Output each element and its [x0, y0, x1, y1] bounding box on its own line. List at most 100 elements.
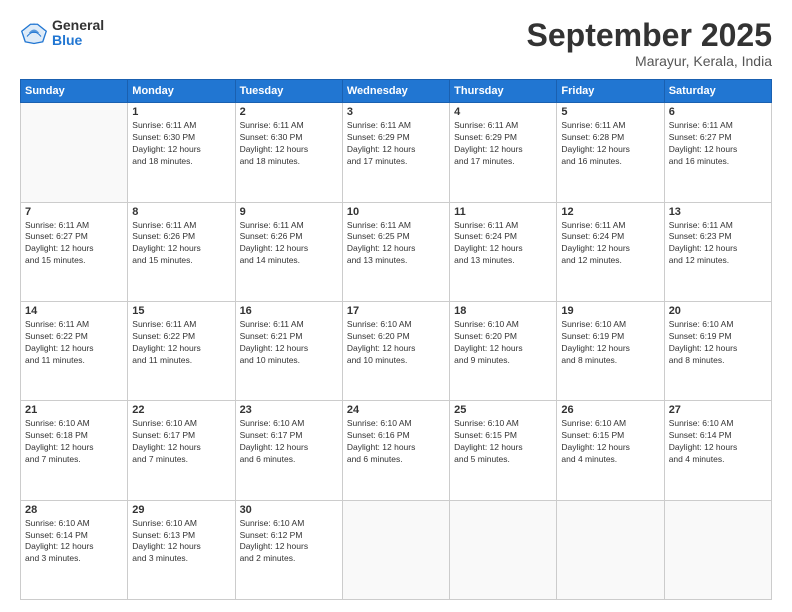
calendar-cell-1-0: 7 Sunrise: 6:11 AM Sunset: 6:27 PM Daylig…: [21, 202, 128, 301]
cell-sun-info: Sunrise: 6:11 AM Sunset: 6:23 PM Dayligh…: [669, 220, 767, 268]
calendar-cell-4-0: 28 Sunrise: 6:10 AM Sunset: 6:14 PM Dayli…: [21, 500, 128, 599]
calendar-cell-4-2: 30Sunrise: 6:10 AM Sunset: 6:12 PM Dayli…: [235, 500, 342, 599]
calendar-cell-2-4: 18Sunrise: 6:10 AM Sunset: 6:20 PM Dayli…: [450, 301, 557, 400]
calendar-cell-4-3: [342, 500, 449, 599]
header-thursday: Thursday: [450, 80, 557, 103]
calendar-cell-1-2: 9 Sunrise: 6:11 AM Sunset: 6:26 PM Daylig…: [235, 202, 342, 301]
calendar-cell-2-2: 16 Sunrise: 6:11 AM Sunset: 6:21 PM Dayli…: [235, 301, 342, 400]
day-number: 25: [454, 404, 552, 416]
day-number: 1: [132, 106, 230, 118]
cell-sun-info: Sunrise: 6:10 AM Sunset: 6:14 PM Dayligh…: [25, 518, 123, 566]
day-number: 16: [240, 305, 338, 317]
calendar-cell-1-4: 11Sunrise: 6:11 AM Sunset: 6:24 PM Dayli…: [450, 202, 557, 301]
cell-sun-info: Sunrise: 6:10 AM Sunset: 6:14 PM Dayligh…: [669, 418, 767, 466]
cell-sun-info: Sunrise: 6:10 AM Sunset: 6:17 PM Dayligh…: [132, 418, 230, 466]
calendar-cell-0-0: [21, 103, 128, 202]
day-number: 27: [669, 404, 767, 416]
day-number: 23: [240, 404, 338, 416]
week-row-4: 21 Sunrise: 6:10 AM Sunset: 6:18 PM Dayli…: [21, 401, 772, 500]
weekday-header-row: Sunday Monday Tuesday Wednesday Thursday…: [21, 80, 772, 103]
week-row-1: 1 Sunrise: 6:11 AM Sunset: 6:30 PM Daylig…: [21, 103, 772, 202]
logo-icon: [20, 19, 48, 47]
calendar-cell-3-0: 21 Sunrise: 6:10 AM Sunset: 6:18 PM Dayli…: [21, 401, 128, 500]
calendar-cell-3-2: 23Sunrise: 6:10 AM Sunset: 6:17 PM Dayli…: [235, 401, 342, 500]
header-saturday: Saturday: [664, 80, 771, 103]
calendar-cell-3-6: 27 Sunrise: 6:10 AM Sunset: 6:14 PM Dayli…: [664, 401, 771, 500]
cell-sun-info: Sunrise: 6:11 AM Sunset: 6:22 PM Dayligh…: [25, 319, 123, 367]
header-monday: Monday: [128, 80, 235, 103]
header-wednesday: Wednesday: [342, 80, 449, 103]
cell-sun-info: Sunrise: 6:11 AM Sunset: 6:29 PM Dayligh…: [347, 120, 445, 168]
day-number: 20: [669, 305, 767, 317]
day-number: 8: [132, 206, 230, 218]
day-number: 11: [454, 206, 552, 218]
header-tuesday: Tuesday: [235, 80, 342, 103]
day-number: 15: [132, 305, 230, 317]
calendar-cell-0-4: 4Sunrise: 6:11 AM Sunset: 6:29 PM Daylig…: [450, 103, 557, 202]
calendar-cell-3-1: 22 Sunrise: 6:10 AM Sunset: 6:17 PM Dayli…: [128, 401, 235, 500]
day-number: 12: [561, 206, 659, 218]
cell-sun-info: Sunrise: 6:11 AM Sunset: 6:21 PM Dayligh…: [240, 319, 338, 367]
cell-sun-info: Sunrise: 6:11 AM Sunset: 6:24 PM Dayligh…: [561, 220, 659, 268]
calendar-cell-2-3: 17 Sunrise: 6:10 AM Sunset: 6:20 PM Dayli…: [342, 301, 449, 400]
calendar-cell-2-0: 14 Sunrise: 6:11 AM Sunset: 6:22 PM Dayli…: [21, 301, 128, 400]
location-subtitle: Marayur, Kerala, India: [527, 53, 772, 69]
day-number: 13: [669, 206, 767, 218]
day-number: 10: [347, 206, 445, 218]
day-number: 7: [25, 206, 123, 218]
cell-sun-info: Sunrise: 6:11 AM Sunset: 6:28 PM Dayligh…: [561, 120, 659, 168]
calendar-cell-3-4: 25 Sunrise: 6:10 AM Sunset: 6:15 PM Dayli…: [450, 401, 557, 500]
calendar-cell-0-1: 1 Sunrise: 6:11 AM Sunset: 6:30 PM Daylig…: [128, 103, 235, 202]
day-number: 6: [669, 106, 767, 118]
cell-sun-info: Sunrise: 6:10 AM Sunset: 6:16 PM Dayligh…: [347, 418, 445, 466]
header: General Blue September 2025 Marayur, Ker…: [20, 18, 772, 69]
calendar-cell-3-3: 24 Sunrise: 6:10 AM Sunset: 6:16 PM Dayli…: [342, 401, 449, 500]
cell-sun-info: Sunrise: 6:11 AM Sunset: 6:30 PM Dayligh…: [132, 120, 230, 168]
day-number: 22: [132, 404, 230, 416]
day-number: 17: [347, 305, 445, 317]
day-number: 3: [347, 106, 445, 118]
cell-sun-info: Sunrise: 6:11 AM Sunset: 6:27 PM Dayligh…: [25, 220, 123, 268]
calendar-cell-0-6: 6Sunrise: 6:11 AM Sunset: 6:27 PM Daylig…: [664, 103, 771, 202]
day-number: 21: [25, 404, 123, 416]
cell-sun-info: Sunrise: 6:10 AM Sunset: 6:12 PM Dayligh…: [240, 518, 338, 566]
calendar-cell-4-4: [450, 500, 557, 599]
page: General Blue September 2025 Marayur, Ker…: [0, 0, 792, 612]
calendar-cell-4-5: [557, 500, 664, 599]
day-number: 9: [240, 206, 338, 218]
day-number: 24: [347, 404, 445, 416]
day-number: 26: [561, 404, 659, 416]
calendar-cell-2-6: 20 Sunrise: 6:10 AM Sunset: 6:19 PM Dayli…: [664, 301, 771, 400]
cell-sun-info: Sunrise: 6:10 AM Sunset: 6:19 PM Dayligh…: [669, 319, 767, 367]
calendar-cell-0-5: 5Sunrise: 6:11 AM Sunset: 6:28 PM Daylig…: [557, 103, 664, 202]
calendar-cell-0-2: 2 Sunrise: 6:11 AM Sunset: 6:30 PM Daylig…: [235, 103, 342, 202]
calendar-cell-4-6: [664, 500, 771, 599]
day-number: 2: [240, 106, 338, 118]
day-number: 4: [454, 106, 552, 118]
calendar-table: Sunday Monday Tuesday Wednesday Thursday…: [20, 79, 772, 600]
calendar-cell-2-1: 15Sunrise: 6:11 AM Sunset: 6:22 PM Dayli…: [128, 301, 235, 400]
day-number: 28: [25, 504, 123, 516]
calendar-cell-2-5: 19Sunrise: 6:10 AM Sunset: 6:19 PM Dayli…: [557, 301, 664, 400]
logo: General Blue: [20, 18, 104, 49]
cell-sun-info: Sunrise: 6:11 AM Sunset: 6:26 PM Dayligh…: [240, 220, 338, 268]
calendar-cell-1-6: 13 Sunrise: 6:11 AM Sunset: 6:23 PM Dayli…: [664, 202, 771, 301]
cell-sun-info: Sunrise: 6:11 AM Sunset: 6:30 PM Dayligh…: [240, 120, 338, 168]
week-row-3: 14 Sunrise: 6:11 AM Sunset: 6:22 PM Dayli…: [21, 301, 772, 400]
logo-general-text: General: [52, 18, 104, 33]
calendar-cell-1-1: 8 Sunrise: 6:11 AM Sunset: 6:26 PM Daylig…: [128, 202, 235, 301]
logo-text: General Blue: [52, 18, 104, 49]
day-number: 18: [454, 305, 552, 317]
cell-sun-info: Sunrise: 6:10 AM Sunset: 6:20 PM Dayligh…: [347, 319, 445, 367]
cell-sun-info: Sunrise: 6:10 AM Sunset: 6:15 PM Dayligh…: [561, 418, 659, 466]
cell-sun-info: Sunrise: 6:11 AM Sunset: 6:26 PM Dayligh…: [132, 220, 230, 268]
calendar-cell-4-1: 29Sunrise: 6:10 AM Sunset: 6:13 PM Dayli…: [128, 500, 235, 599]
day-number: 29: [132, 504, 230, 516]
day-number: 14: [25, 305, 123, 317]
cell-sun-info: Sunrise: 6:10 AM Sunset: 6:18 PM Dayligh…: [25, 418, 123, 466]
cell-sun-info: Sunrise: 6:10 AM Sunset: 6:19 PM Dayligh…: [561, 319, 659, 367]
cell-sun-info: Sunrise: 6:11 AM Sunset: 6:25 PM Dayligh…: [347, 220, 445, 268]
month-title: September 2025: [527, 18, 772, 53]
cell-sun-info: Sunrise: 6:10 AM Sunset: 6:15 PM Dayligh…: [454, 418, 552, 466]
week-row-2: 7 Sunrise: 6:11 AM Sunset: 6:27 PM Daylig…: [21, 202, 772, 301]
